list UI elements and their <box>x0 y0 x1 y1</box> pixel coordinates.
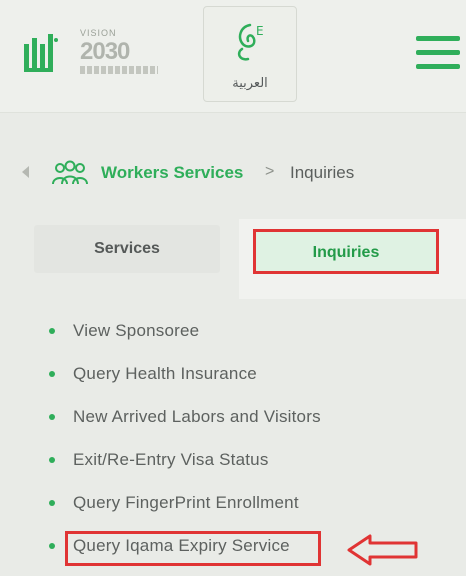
vision-label: VISION <box>80 28 117 38</box>
bullet-icon <box>49 328 55 334</box>
absher-logo[interactable] <box>22 30 60 78</box>
emblem-icon: E <box>237 23 264 61</box>
inquiry-label[interactable]: Query Health Insurance <box>73 364 257 384</box>
inquiry-fingerprint-enrollment[interactable]: Query FingerPrint Enrollment <box>40 490 460 533</box>
vision-year: 2030 <box>80 38 130 65</box>
bullet-icon <box>49 543 55 549</box>
breadcrumb-current: Inquiries <box>290 163 355 182</box>
inquiry-health-insurance[interactable]: Query Health Insurance <box>40 361 460 404</box>
vision-subtitle-graphic <box>80 66 158 74</box>
language-switch-button[interactable]: E العربية <box>203 6 297 102</box>
inquiry-label[interactable]: Exit/Re-Entry Visa Status <box>73 450 269 470</box>
bullet-icon <box>49 457 55 463</box>
language-label: العربية <box>232 75 268 90</box>
breadcrumb-separator: > <box>265 163 275 180</box>
inquiry-label[interactable]: New Arrived Labors and Visitors <box>73 407 321 427</box>
app-header: VISION 2030 E العربية <box>0 0 466 113</box>
inquiry-new-arrived-labors[interactable]: New Arrived Labors and Visitors <box>40 404 460 447</box>
inquiry-label[interactable]: View Sponsoree <box>73 321 199 341</box>
hamburger-menu-icon[interactable] <box>416 36 462 70</box>
tab-services[interactable]: Services <box>34 225 220 273</box>
tab-services-label: Services <box>94 240 160 257</box>
breadcrumb: Workers Services > Inquiries <box>22 158 452 188</box>
highlight-annotation-box <box>65 531 321 566</box>
vision-2030-logo: VISION 2030 <box>80 28 164 78</box>
inquiry-view-sponsoree[interactable]: View Sponsoree <box>40 318 460 361</box>
bullet-icon <box>49 500 55 506</box>
svg-text:E: E <box>256 24 264 38</box>
workers-group-icon <box>52 160 88 185</box>
breadcrumb-workers-services-link[interactable]: Workers Services <box>101 163 243 183</box>
bullet-icon <box>49 414 55 420</box>
inquiry-exit-reentry-visa[interactable]: Exit/Re-Entry Visa Status <box>40 447 460 490</box>
back-arrow-icon[interactable] <box>22 166 29 178</box>
inquiry-label[interactable]: Query FingerPrint Enrollment <box>73 493 299 513</box>
tab-inquiries-label: Inquiries <box>312 244 380 261</box>
tab-inquiries[interactable]: Inquiries <box>253 229 439 274</box>
bullet-icon <box>49 371 55 377</box>
left-arrow-annotation-icon <box>347 534 418 566</box>
